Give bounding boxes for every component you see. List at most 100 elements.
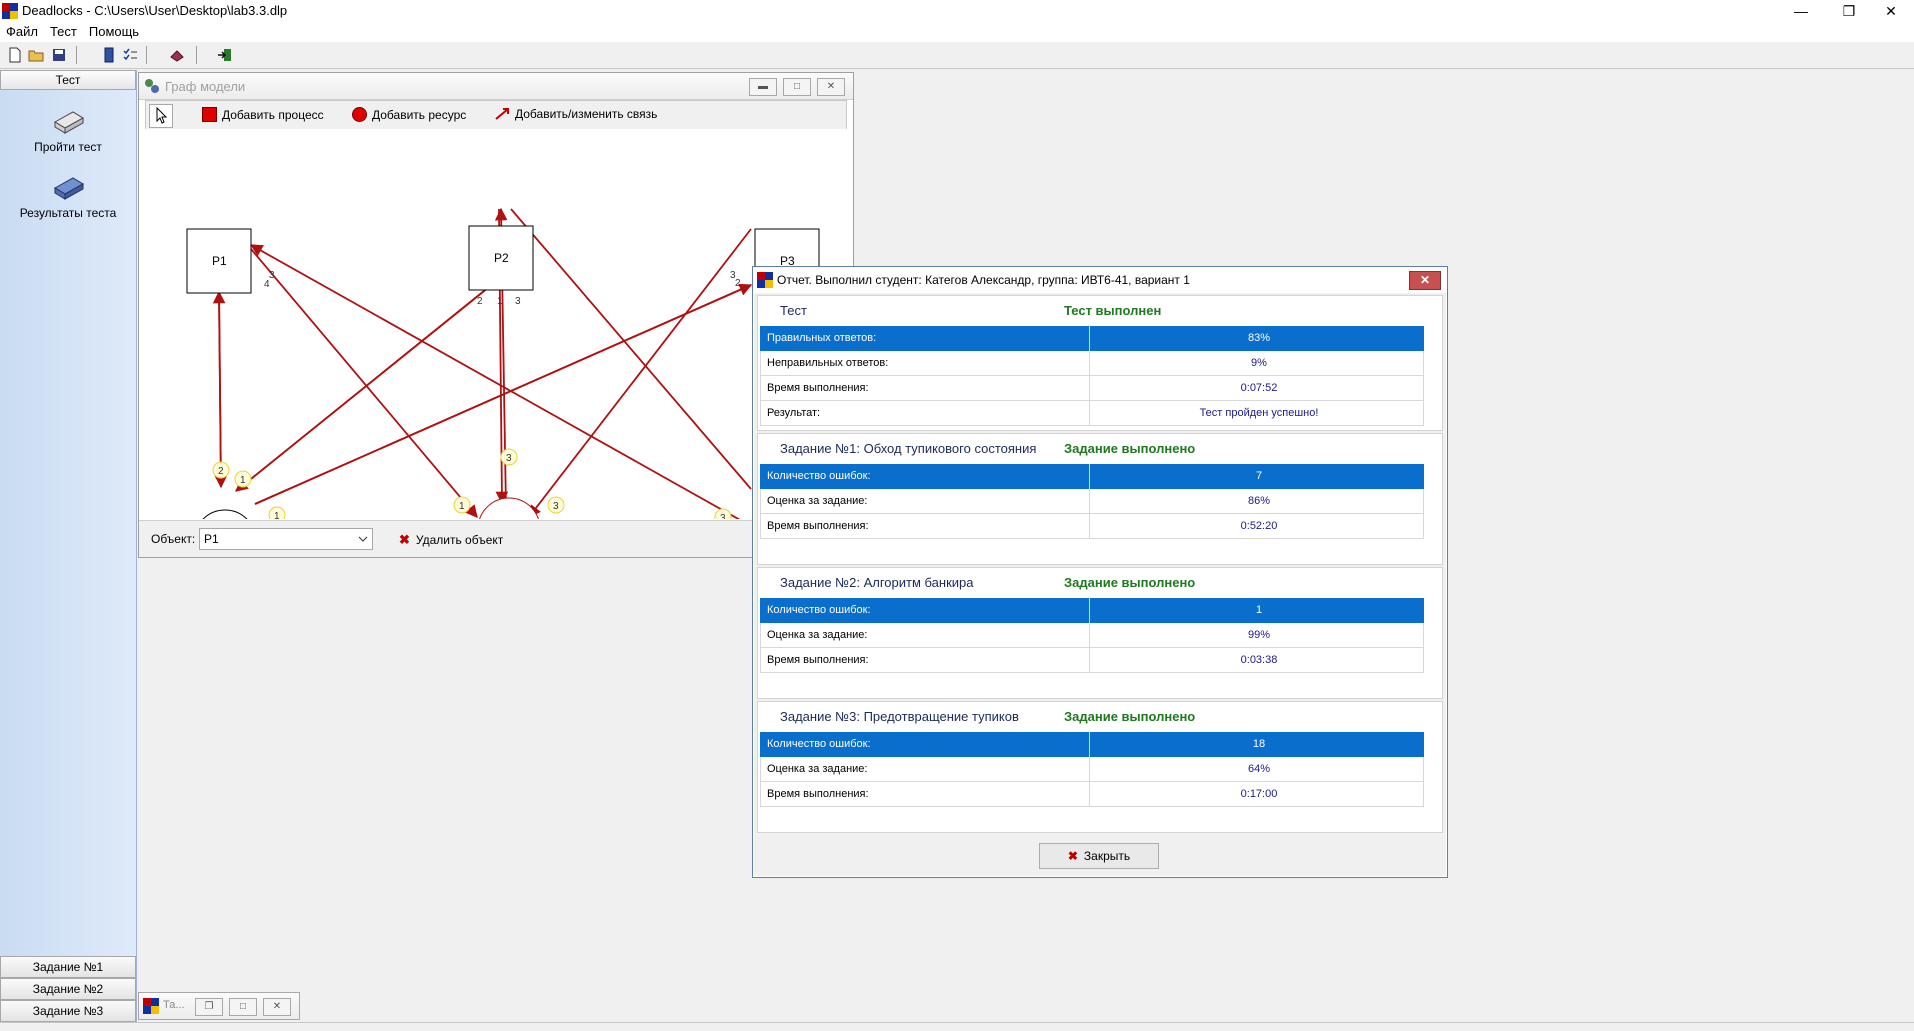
- close-report-button[interactable]: ✖ Закрыть: [1039, 843, 1159, 869]
- tab-task-2[interactable]: Задание №2: [0, 978, 136, 1000]
- row-key: Время выполнения:: [767, 520, 869, 532]
- open-folder-icon[interactable]: [27, 46, 45, 64]
- panel-header-test[interactable]: Тест: [0, 70, 136, 90]
- close-window-button[interactable]: ✕: [1868, 0, 1914, 22]
- delete-x-icon: ✖: [399, 532, 410, 547]
- row-value: 0:07:52: [1240, 382, 1278, 394]
- book-icon[interactable]: [100, 46, 118, 64]
- table-row[interactable]: Время выполнения: 0:07:52: [760, 376, 1424, 401]
- add-process-button[interactable]: Добавить процесс: [202, 107, 324, 122]
- delete-object-label: Удалить объект: [415, 533, 504, 547]
- red-square-icon: [202, 107, 217, 122]
- row-key: Результат:: [767, 407, 821, 419]
- resource-node-r2: [479, 497, 539, 519]
- table-row[interactable]: Количество ошибок: 18: [760, 732, 1424, 757]
- add-link-button[interactable]: Добавить/изменить связь: [494, 107, 657, 121]
- graph-window-title: Граф модели: [165, 79, 246, 94]
- restore-minimized-button[interactable]: ❐: [195, 998, 223, 1016]
- object-select[interactable]: P1: [199, 528, 373, 550]
- test-results-item[interactable]: Результаты теста: [0, 172, 136, 220]
- svg-text:2: 2: [218, 466, 224, 477]
- table-row[interactable]: Количество ошибок: 7: [760, 464, 1424, 489]
- row-key: Неправильных ответов:: [767, 357, 889, 369]
- report-close-x-button[interactable]: ✕: [1409, 271, 1441, 290]
- graph-close-button[interactable]: ✕: [817, 78, 845, 96]
- object-bar: Объект: P1 ✖ Удалить объект: [139, 520, 853, 557]
- report-section-task2: Задание №2: Алгоритм банкира Задание вып…: [757, 567, 1443, 699]
- row-key: Оценка за задание:: [767, 763, 868, 775]
- row-value: 64%: [1247, 763, 1271, 775]
- graph-maximize-button[interactable]: □: [783, 78, 811, 96]
- row-key: Оценка за задание:: [767, 629, 868, 641]
- edge: [235, 286, 490, 492]
- main-toolbar: [0, 42, 1914, 69]
- section-name: Задание №2: Алгоритм банкира: [780, 575, 974, 590]
- svg-text:1: 1: [459, 501, 465, 512]
- save-icon[interactable]: [50, 46, 68, 64]
- close-minimized-button[interactable]: ✕: [263, 998, 291, 1016]
- graph-window-icon: [145, 79, 159, 93]
- report-title: Отчет. Выполнил студент: Категов Алексан…: [777, 273, 1190, 287]
- row-key: Время выполнения:: [767, 788, 869, 800]
- app-icon: [143, 998, 159, 1014]
- table-row[interactable]: Оценка за задание: 64%: [760, 757, 1424, 782]
- toolbar-separator: [76, 46, 77, 64]
- chevron-down-icon: [358, 536, 368, 542]
- maximize-minimized-button[interactable]: □: [229, 998, 257, 1016]
- section-name: Тест: [780, 303, 807, 318]
- table-row[interactable]: Время выполнения: 0:17:00: [760, 782, 1424, 807]
- process-label: P2: [494, 251, 509, 265]
- add-resource-button[interactable]: Добавить ресурс: [352, 107, 466, 122]
- table-row[interactable]: Неправильных ответов: 9%: [760, 351, 1424, 376]
- link-arrow-icon: [495, 108, 509, 120]
- select-pointer-button[interactable]: [149, 104, 173, 128]
- process-nodes[interactable]: P1 P2 P3: [186, 225, 820, 294]
- row-value: 0:52:20: [1240, 520, 1278, 532]
- table-row[interactable]: Время выполнения: 0:03:38: [760, 648, 1424, 673]
- table-row[interactable]: Правильных ответов: 83%: [760, 326, 1424, 351]
- checklist-icon[interactable]: [121, 46, 139, 64]
- minimized-window[interactable]: Та... ❐ □ ✕: [138, 992, 300, 1020]
- tab-task-1[interactable]: Задание №1: [0, 956, 136, 978]
- books-icon[interactable]: [168, 46, 186, 64]
- svg-text:1: 1: [274, 511, 280, 519]
- graph-canvas[interactable]: 2 1 1 1 3 3 3 34 213 32 P1 P2 P3 R1 9 R2…: [139, 129, 853, 519]
- edge: [214, 291, 228, 489]
- add-resource-label: Добавить ресурс: [372, 107, 467, 122]
- table-row[interactable]: Количество ошибок: 1: [760, 598, 1424, 623]
- close-report-label: Закрыть: [1083, 849, 1131, 863]
- window-title: Deadlocks - C:\Users\User\Desktop\lab3.3…: [22, 3, 288, 18]
- delete-object-button[interactable]: ✖ Удалить объект: [399, 532, 503, 548]
- app-icon: [757, 272, 773, 288]
- table-row[interactable]: Оценка за задание: 99%: [760, 623, 1424, 648]
- table-row[interactable]: Время выполнения: 0:52:20: [760, 514, 1424, 539]
- toolbar-separator: [196, 46, 197, 64]
- window-title-bar: Deadlocks - C:\Users\User\Desktop\lab3.3…: [0, 0, 1914, 22]
- minimize-button[interactable]: —: [1778, 0, 1824, 22]
- row-value: 99%: [1247, 629, 1271, 641]
- tab-task-3[interactable]: Задание №3: [0, 1000, 136, 1022]
- test-results-label: Результаты теста: [19, 206, 117, 220]
- row-value: 0:17:00: [1240, 788, 1278, 800]
- svg-text:2: 2: [735, 278, 741, 289]
- take-test-item[interactable]: Пройти тест: [0, 106, 136, 154]
- svg-text:1: 1: [240, 475, 246, 486]
- report-section-test: Тест Тест выполнен Правильных ответов: 83…: [757, 295, 1443, 431]
- table-row[interactable]: Результат: Тест пройден успешно!: [760, 401, 1424, 426]
- menu-test[interactable]: Тест: [44, 22, 83, 39]
- menu-bar: Файл Тест Помощь: [0, 22, 1914, 42]
- new-file-icon[interactable]: [6, 46, 24, 64]
- row-key: Время выполнения:: [767, 382, 869, 394]
- exit-icon[interactable]: [216, 46, 234, 64]
- menu-file[interactable]: Файл: [0, 22, 44, 39]
- menu-help[interactable]: Помощь: [83, 22, 145, 39]
- graph-window-title-bar: Граф модели ▬ □ ✕: [139, 73, 853, 100]
- row-value: 1: [1255, 604, 1263, 616]
- table-row[interactable]: Оценка за задание: 86%: [760, 489, 1424, 514]
- graph-minimize-button[interactable]: ▬: [749, 78, 777, 96]
- row-key: Количество ошибок:: [767, 470, 871, 482]
- results-stack-icon: [54, 177, 84, 200]
- restore-button[interactable]: ❐: [1826, 0, 1872, 22]
- row-key: Количество ошибок:: [767, 738, 871, 750]
- edge-labels: 2 1 1 1 3 3 3 34 213 32: [212, 270, 741, 519]
